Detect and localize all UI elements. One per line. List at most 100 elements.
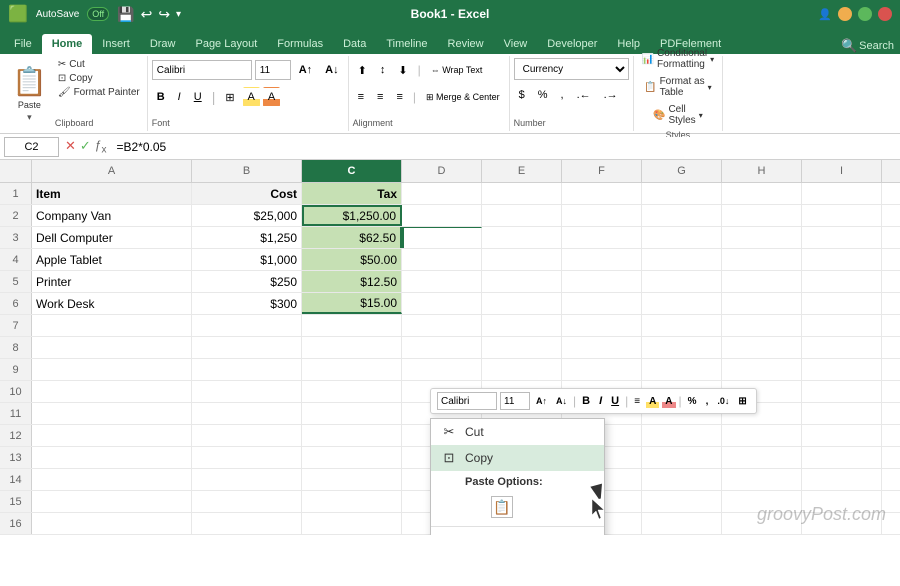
- cell-b3[interactable]: $1,250: [192, 227, 302, 248]
- mini-percent[interactable]: %: [685, 395, 700, 408]
- cell-h6[interactable]: [722, 293, 802, 314]
- cell-h3[interactable]: [722, 227, 802, 248]
- cell-g6[interactable]: [642, 293, 722, 314]
- cell-c4[interactable]: $50.00: [302, 249, 402, 270]
- redo-icon[interactable]: ↪: [158, 6, 170, 23]
- tab-draw[interactable]: Draw: [140, 34, 186, 54]
- cell-c2[interactable]: $1,250.00: [302, 205, 402, 226]
- mini-italic[interactable]: I: [596, 394, 605, 408]
- cell-h2[interactable]: [722, 205, 802, 226]
- cell-i1[interactable]: [802, 183, 882, 204]
- context-copy[interactable]: ⊡ Copy: [431, 445, 604, 471]
- cell-i3[interactable]: [802, 227, 882, 248]
- maximize-button[interactable]: □: [858, 7, 872, 21]
- decrease-font-button[interactable]: A↓: [320, 60, 343, 80]
- mini-font-selector[interactable]: [437, 392, 497, 410]
- decrease-decimal-button[interactable]: .←: [572, 85, 596, 105]
- mini-increase-font[interactable]: A↑: [533, 395, 550, 407]
- cell-e4[interactable]: [482, 249, 562, 270]
- cell-d4[interactable]: [402, 249, 482, 270]
- cell-f5[interactable]: [562, 271, 642, 292]
- mini-highlight[interactable]: A: [646, 395, 659, 408]
- align-right-button[interactable]: ≡: [391, 87, 407, 107]
- context-cut[interactable]: ✂ Cut: [431, 419, 604, 445]
- tab-timeline[interactable]: Timeline: [376, 34, 437, 54]
- cell-c1[interactable]: Tax: [302, 183, 402, 204]
- col-header-e[interactable]: E: [482, 160, 562, 182]
- bold-button[interactable]: B: [152, 87, 170, 107]
- cell-b4[interactable]: $1,000: [192, 249, 302, 270]
- percent-button[interactable]: %: [533, 85, 553, 105]
- cell-g1[interactable]: [642, 183, 722, 204]
- cell-i5[interactable]: [802, 271, 882, 292]
- col-header-b[interactable]: B: [192, 160, 302, 182]
- cell-reference-input[interactable]: [4, 137, 59, 157]
- formula-input[interactable]: [113, 137, 897, 157]
- number-format-dropdown[interactable]: Currency General Number Accounting Short…: [514, 58, 629, 80]
- cell-g3[interactable]: [642, 227, 722, 248]
- align-center-button[interactable]: ≡: [372, 87, 388, 107]
- mini-decimal-dec[interactable]: .0↓: [714, 395, 732, 407]
- font-size-selector[interactable]: [255, 60, 291, 80]
- increase-font-button[interactable]: A↑: [294, 60, 317, 80]
- cell-f2[interactable]: [562, 205, 642, 226]
- cell-i6[interactable]: [802, 293, 882, 314]
- font-selector[interactable]: [152, 60, 252, 80]
- mini-comma[interactable]: ,: [703, 395, 712, 408]
- tab-file[interactable]: File: [4, 34, 42, 54]
- paste-arrow[interactable]: ▾: [27, 112, 32, 123]
- align-left-button[interactable]: ≡: [353, 87, 369, 107]
- cell-f3[interactable]: [562, 227, 642, 248]
- copy-button[interactable]: ⊡ Copy: [55, 72, 96, 85]
- fill-color-button[interactable]: A: [243, 87, 260, 107]
- user-icon[interactable]: 👤: [818, 8, 832, 21]
- align-middle-button[interactable]: ↕: [375, 60, 391, 80]
- minimize-button[interactable]: −: [838, 7, 852, 21]
- italic-button[interactable]: I: [173, 87, 186, 107]
- save-icon[interactable]: 💾: [117, 6, 134, 23]
- insert-function-icon[interactable]: ƒx: [95, 138, 107, 155]
- font-color-button[interactable]: A: [263, 87, 280, 107]
- context-paste-special[interactable]: ⋯ Paste Special...: [431, 529, 604, 535]
- mini-border[interactable]: ⊞: [735, 395, 749, 408]
- cell-e7[interactable]: [482, 315, 562, 336]
- tab-formulas[interactable]: Formulas: [267, 34, 333, 54]
- tab-page-layout[interactable]: Page Layout: [185, 34, 267, 54]
- merge-center-button[interactable]: ⊞ Merge & Center: [421, 87, 505, 107]
- cell-d7[interactable]: [402, 315, 482, 336]
- cell-h4[interactable]: [722, 249, 802, 270]
- cell-a7[interactable]: [32, 315, 192, 336]
- cell-a2[interactable]: Company Van: [32, 205, 192, 226]
- cell-g5[interactable]: [642, 271, 722, 292]
- cancel-formula-icon[interactable]: ✕: [65, 138, 76, 155]
- mini-font-color[interactable]: A: [662, 395, 675, 408]
- accounting-format-button[interactable]: $: [514, 85, 530, 105]
- col-header-h[interactable]: H: [722, 160, 802, 182]
- cell-g4[interactable]: [642, 249, 722, 270]
- cell-b2[interactable]: $25,000: [192, 205, 302, 226]
- mini-decrease-font[interactable]: A↓: [553, 395, 570, 407]
- cell-e1[interactable]: [482, 183, 562, 204]
- undo-icon[interactable]: ↩: [141, 6, 153, 23]
- cell-a6[interactable]: Work Desk: [32, 293, 192, 314]
- increase-decimal-button[interactable]: .→: [599, 85, 623, 105]
- col-header-g[interactable]: G: [642, 160, 722, 182]
- cell-a3[interactable]: Dell Computer: [32, 227, 192, 248]
- cut-button[interactable]: ✂ Cut: [55, 58, 88, 71]
- col-header-f[interactable]: F: [562, 160, 642, 182]
- wrap-text-button[interactable]: ⇔ Wrap Text: [426, 60, 488, 80]
- tab-insert[interactable]: Insert: [92, 34, 140, 54]
- cell-i7[interactable]: [802, 315, 882, 336]
- paste-default-button[interactable]: 📋: [491, 496, 513, 518]
- cell-i4[interactable]: [802, 249, 882, 270]
- cell-h5[interactable]: [722, 271, 802, 292]
- cell-c7[interactable]: [302, 315, 402, 336]
- search-label[interactable]: Search: [859, 40, 894, 52]
- col-header-c[interactable]: C: [302, 160, 402, 182]
- close-button[interactable]: ×: [878, 7, 892, 21]
- cell-c3[interactable]: $62.50: [302, 227, 402, 248]
- align-top-button[interactable]: ⬆: [353, 60, 372, 80]
- cell-a5[interactable]: Printer: [32, 271, 192, 292]
- cell-h1[interactable]: [722, 183, 802, 204]
- cell-a1[interactable]: Item: [32, 183, 192, 204]
